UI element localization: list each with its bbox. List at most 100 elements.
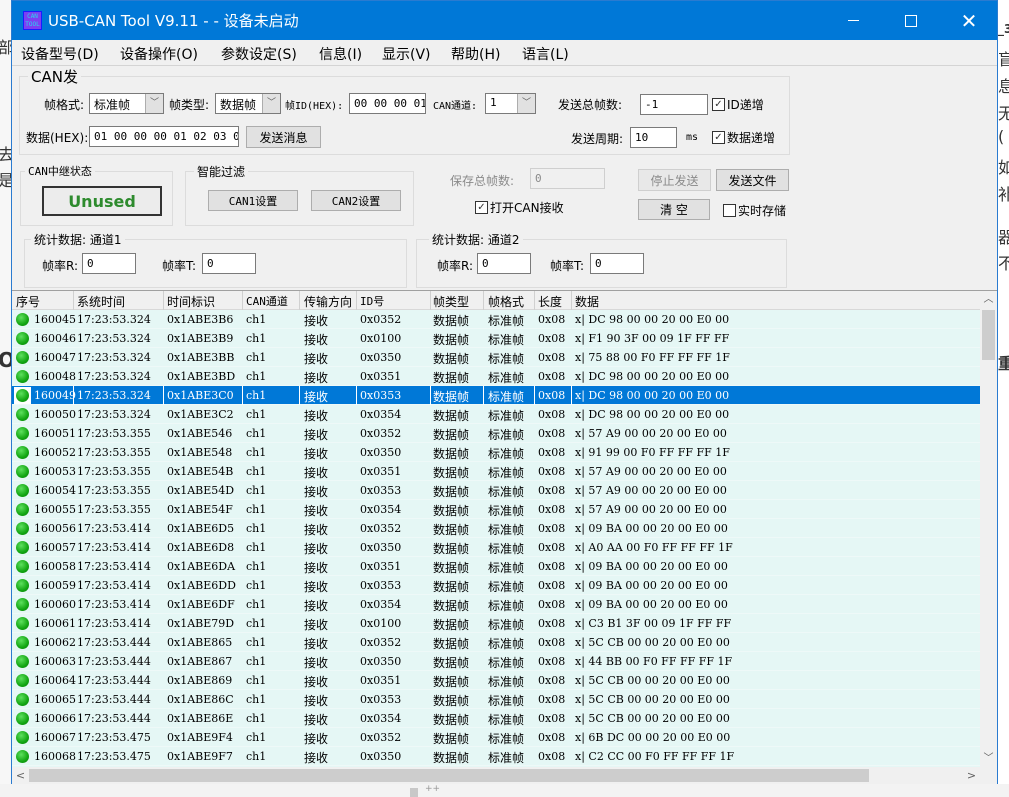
column-header-system-time[interactable]: 系统时间 — [77, 293, 125, 310]
scroll-down-icon[interactable]: ﹀ — [980, 750, 997, 767]
can2-settings-button[interactable]: CAN2设置 — [311, 190, 401, 211]
data-hex-input[interactable]: 01 00 00 00 01 02 03 04 — [89, 126, 239, 147]
table-row[interactable]: 160059 17:23:53.414 0x1ABE6DD ch1 接收 0x0353 数据… — [12, 576, 980, 595]
column-divider[interactable] — [483, 291, 484, 310]
cell-frame-format: 标准帧 — [488, 447, 525, 461]
frame-id-input[interactable]: 00 00 00 01 — [349, 93, 426, 114]
table-row[interactable]: 160061 17:23:53.414 0x1ABE79D ch1 接收 0x0100 数据… — [12, 614, 980, 633]
menu-info[interactable]: 信息(I) — [319, 44, 362, 64]
send-file-button[interactable]: 发送文件 — [716, 169, 789, 191]
cell-length: 0x08 — [538, 712, 566, 725]
column-header-timestamp[interactable]: 时间标识 — [167, 293, 215, 310]
menu-language[interactable]: 语言(L) — [522, 44, 569, 64]
table-row[interactable]: 160045 17:23:53.324 0x1ABE3B6 ch1 接收 0x0352 数据… — [12, 310, 980, 329]
scroll-left-icon[interactable]: < — [12, 767, 29, 784]
cell-system-time: 17:23:53.355 — [77, 484, 151, 497]
column-header-frame-format[interactable]: 帧格式 — [488, 293, 524, 310]
table-row[interactable]: 160047 17:23:53.324 0x1ABE3BB ch1 接收 0x0350 数据… — [12, 348, 980, 367]
minimize-icon — [847, 20, 859, 21]
table-row[interactable]: 160068 17:23:53.475 0x1ABE9F7 ch1 接收 0x0350 数据… — [12, 747, 980, 766]
column-divider[interactable] — [73, 291, 74, 310]
table-row[interactable]: 160063 17:23:53.444 0x1ABE867 ch1 接收 0x0350 数据… — [12, 652, 980, 671]
rate-t-label: 帧率T: — [162, 259, 197, 273]
column-divider[interactable] — [163, 291, 164, 310]
frame-format-select[interactable]: 标准帧 ﹀ — [89, 93, 164, 114]
table-row[interactable]: 160064 17:23:53.444 0x1ABE869 ch1 接收 0x0351 数据… — [12, 671, 980, 690]
cell-direction: 接收 — [304, 409, 329, 423]
chevron-down-icon: ﹀ — [517, 94, 535, 113]
table-row[interactable]: 160056 17:23:53.414 0x1ABE6D5 ch1 接收 0x0352 数据… — [12, 519, 980, 538]
scroll-up-icon[interactable]: ︿ — [980, 291, 997, 308]
cell-divider — [242, 386, 243, 405]
menu-parameter-settings[interactable]: 参数设定(S) — [221, 44, 297, 64]
table-row[interactable]: 160065 17:23:53.444 0x1ABE86C ch1 接收 0x0353 数据… — [12, 690, 980, 709]
table-row[interactable]: 160067 17:23:53.475 0x1ABE9F4 ch1 接收 0x0352 数据… — [12, 728, 980, 747]
column-divider[interactable] — [356, 291, 357, 310]
status-dot-icon — [16, 370, 29, 383]
column-header-id[interactable]: ID号 — [360, 293, 384, 309]
column-header-can-channel[interactable]: CAN通道 — [246, 293, 288, 309]
table-row[interactable]: 160052 17:23:53.355 0x1ABE548 ch1 接收 0x0350 数据… — [12, 443, 980, 462]
vertical-scroll-thumb[interactable] — [982, 310, 995, 360]
table-row[interactable]: 160058 17:23:53.414 0x1ABE6DA ch1 接收 0x0351 数据… — [12, 557, 980, 576]
cell-timestamp: 0x1ABE6D5 — [167, 522, 235, 535]
table-row[interactable]: 160055 17:23:53.355 0x1ABE54F ch1 接收 0x0354 数据… — [12, 500, 980, 519]
table-row[interactable]: 160046 17:23:53.324 0x1ABE3B9 ch1 接收 0x0100 数据… — [12, 329, 980, 348]
can-channel-select[interactable]: 1 ﹀ — [485, 93, 536, 114]
maximize-button[interactable] — [882, 1, 940, 40]
table-row[interactable]: 160051 17:23:53.355 0x1ABE546 ch1 接收 0x0352 数据… — [12, 424, 980, 443]
cell-timestamp: 0x1ABE3B9 — [167, 332, 234, 345]
menu-help[interactable]: 帮助(H) — [451, 44, 500, 64]
stop-send-button[interactable]: 停止发送 — [638, 169, 711, 191]
menu-device-model[interactable]: 设备型号(D) — [21, 44, 99, 64]
can-channel-label: CAN通道: — [433, 101, 478, 112]
column-divider[interactable] — [430, 291, 431, 310]
column-divider[interactable] — [299, 291, 300, 310]
realtime-save-checkbox[interactable]: 实时存储 — [723, 202, 786, 219]
minimize-button[interactable] — [824, 1, 882, 40]
cell-id: 0x0350 — [360, 655, 402, 668]
clear-button[interactable]: 清 空 — [638, 199, 710, 220]
cell-length: 0x08 — [538, 465, 566, 478]
column-header-length[interactable]: 长度 — [538, 293, 562, 310]
column-divider[interactable] — [571, 291, 572, 310]
table-row[interactable]: 160053 17:23:53.355 0x1ABE54B ch1 接收 0x0351 数据… — [12, 462, 980, 481]
total-frames-input[interactable]: -1 — [640, 94, 708, 115]
cell-frame-type: 数据帧 — [433, 580, 470, 594]
cell-divider — [571, 386, 572, 405]
frame-type-select[interactable]: 数据帧 ﹀ — [215, 93, 281, 114]
data-hex-label: 数据(HEX): — [26, 131, 89, 145]
title-bar[interactable]: CAN TOOL USB-CAN Tool V9.11 - - 设备未启动 ✕ — [12, 1, 997, 40]
table-row[interactable]: 160060 17:23:53.414 0x1ABE6DF ch1 接收 0x0354 数据… — [12, 595, 980, 614]
column-divider[interactable] — [534, 291, 535, 310]
cell-frame-type: 数据帧 — [433, 466, 470, 480]
table-row[interactable]: 160057 17:23:53.414 0x1ABE6D8 ch1 接收 0x0350 数据… — [12, 538, 980, 557]
relay-status-button[interactable]: Unused — [42, 186, 162, 216]
table-row[interactable]: 160066 17:23:53.444 0x1ABE86E ch1 接收 0x0354 数据… — [12, 709, 980, 728]
table-row[interactable]: 160062 17:23:53.444 0x1ABE865 ch1 接收 0x0352 数据… — [12, 633, 980, 652]
table-row[interactable]: 160048 17:23:53.324 0x1ABE3BD ch1 接收 0x0351 数据… — [12, 367, 980, 386]
can1-settings-button[interactable]: CAN1设置 — [208, 190, 298, 211]
horizontal-scrollbar[interactable]: < > — [12, 767, 980, 784]
column-header-direction[interactable]: 传输方向 — [304, 293, 352, 310]
ch1-rate-r-value: 0 — [82, 253, 136, 274]
send-period-input[interactable]: 10 — [630, 127, 677, 148]
column-divider[interactable] — [242, 291, 243, 310]
vertical-scrollbar[interactable]: ︿ ﹀ — [980, 291, 997, 767]
column-header-frame-type[interactable]: 帧类型 — [433, 293, 469, 310]
open-can-receive-checkbox[interactable]: ✓ 打开CAN接收 — [475, 199, 564, 216]
menu-device-operation[interactable]: 设备操作(O) — [120, 44, 198, 64]
id-increment-checkbox[interactable]: ✓ ID递增 — [712, 96, 764, 113]
data-increment-checkbox[interactable]: ✓ 数据递增 — [712, 129, 775, 146]
column-header-seq[interactable]: 序号 — [16, 293, 40, 310]
send-message-button[interactable]: 发送消息 — [246, 126, 321, 148]
horizontal-scroll-thumb[interactable] — [29, 769, 869, 782]
table-row[interactable]: 160054 17:23:53.355 0x1ABE54D ch1 接收 0x0353 数据… — [12, 481, 980, 500]
menu-display[interactable]: 显示(V) — [382, 44, 431, 64]
column-header-data[interactable]: 数据 — [575, 293, 599, 310]
table-row[interactable]: 160049 17:23:53.324 0x1ABE3C0 ch1 接收 0x0353 数据… — [12, 386, 980, 405]
close-button[interactable]: ✕ — [940, 1, 998, 40]
table-row[interactable]: 160050 17:23:53.324 0x1ABE3C2 ch1 接收 0x0354 数据… — [12, 405, 980, 424]
cell-direction: 接收 — [304, 732, 329, 746]
scroll-right-icon[interactable]: > — [963, 767, 980, 784]
